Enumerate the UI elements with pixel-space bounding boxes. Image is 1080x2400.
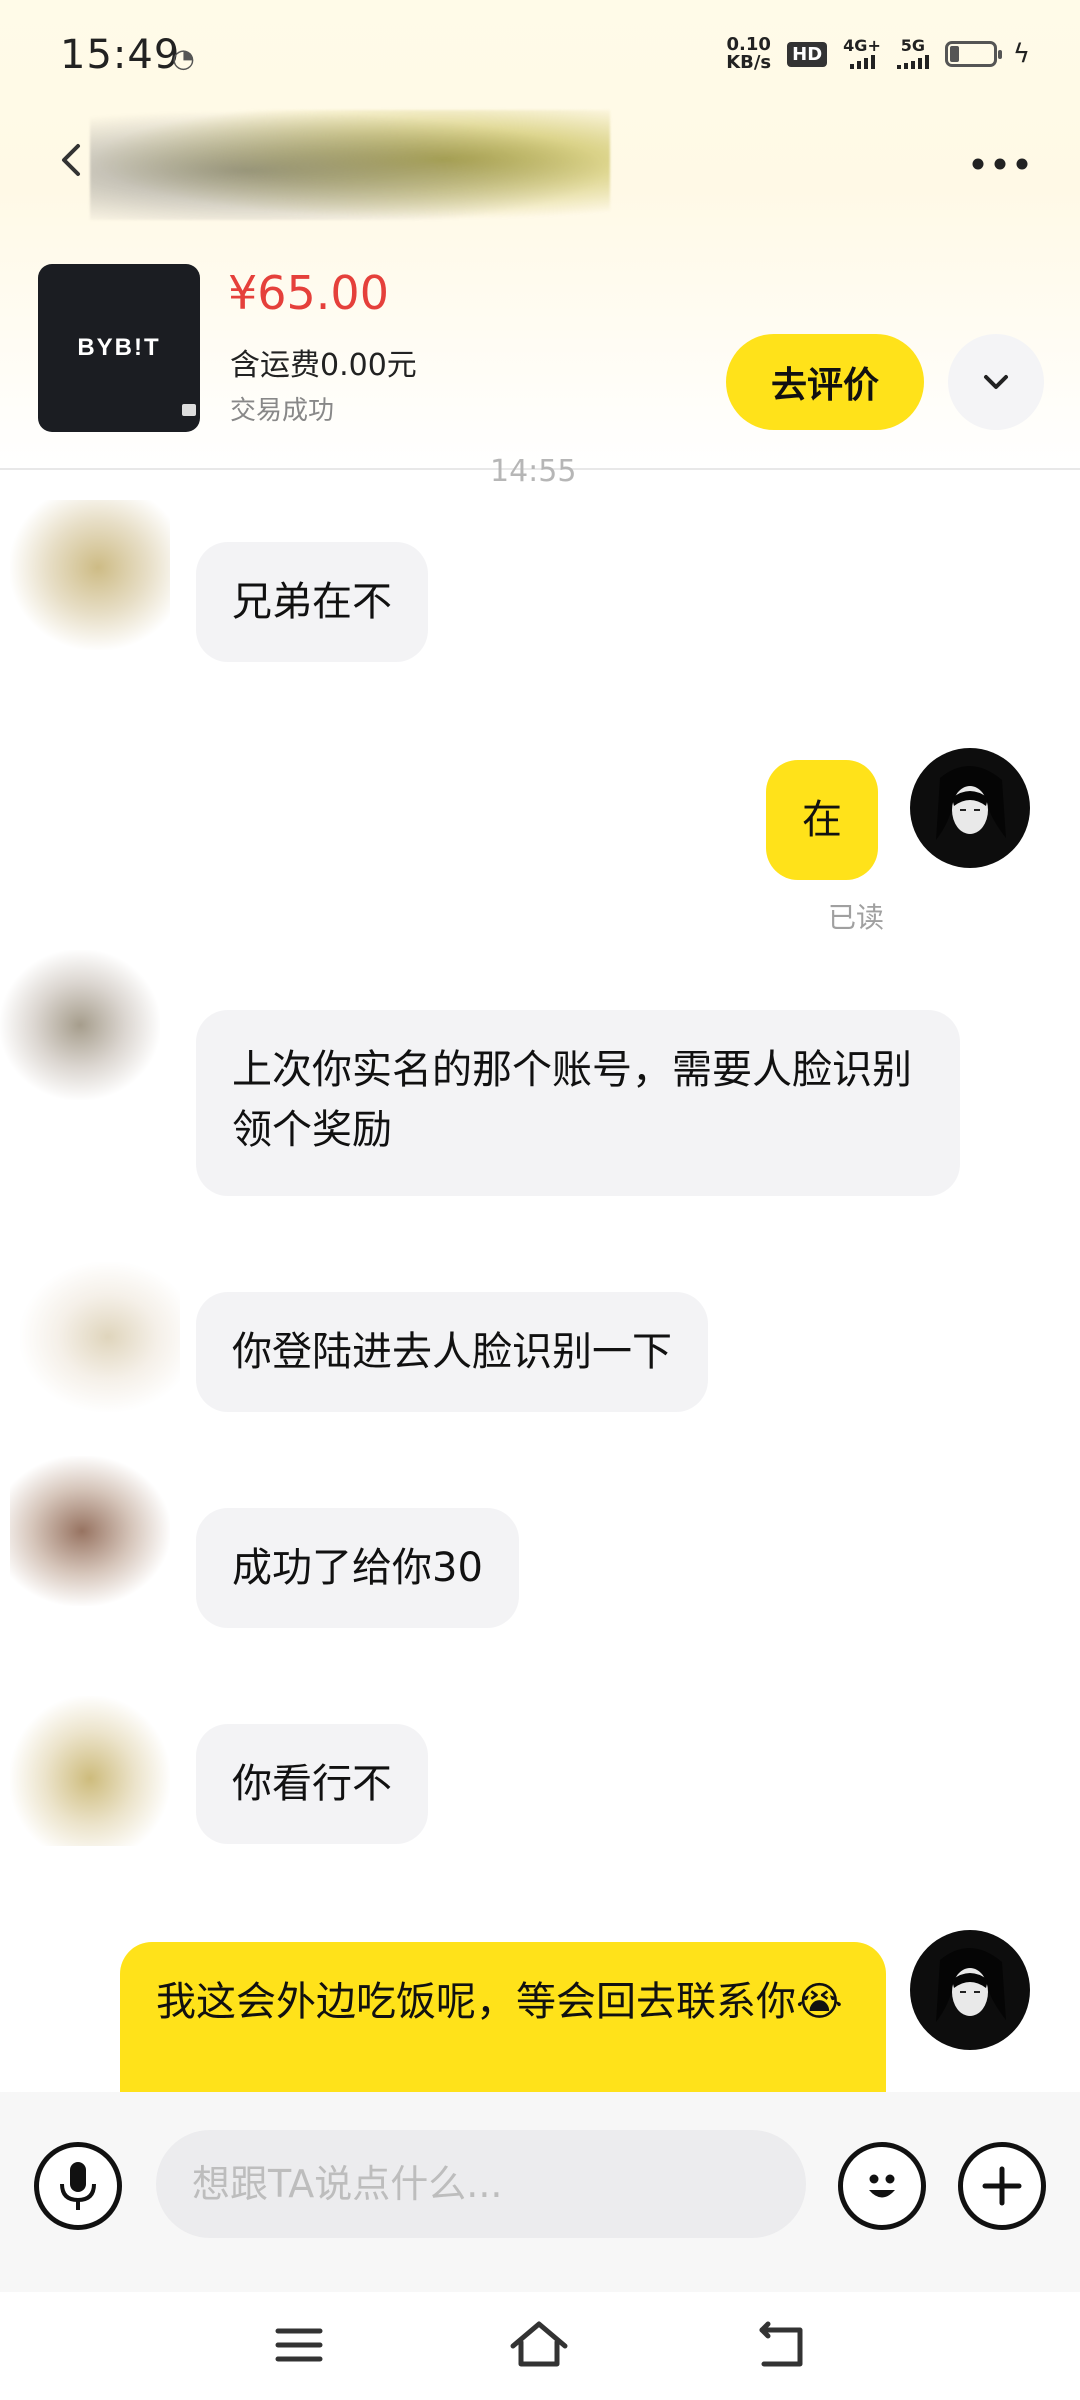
chat-header <box>0 110 1080 220</box>
status-time: 15:49 <box>60 32 181 78</box>
my-avatar[interactable] <box>910 1930 1030 2050</box>
home-button[interactable] <box>504 2310 574 2380</box>
plus-button[interactable] <box>958 2142 1046 2230</box>
microphone-icon <box>60 2162 96 2210</box>
charging-icon: ϟ <box>1012 39 1030 69</box>
emoji-button[interactable] <box>838 2142 926 2230</box>
signal-icon-sim2: 5G <box>896 36 929 69</box>
contact-avatar[interactable] <box>10 1456 170 1606</box>
message-bubble-incoming[interactable]: 成功了给你30 <box>196 1508 519 1628</box>
trade-status: 交易成功 <box>230 396 335 426</box>
expand-button[interactable] <box>948 334 1044 430</box>
message-bubble-incoming[interactable]: 你看行不 <box>196 1724 428 1844</box>
battery-icon <box>944 41 1002 67</box>
status-bar: 15:49 ◔ 0.10 KB/s HD 4G+ 5G ϟ <box>0 0 1080 110</box>
home-icon <box>510 2321 568 2367</box>
emoji-icon <box>869 2174 895 2198</box>
product-card[interactable]: BYB!T ¥65.00 含运费0.00元 交易成功 去评价 <box>0 240 1080 470</box>
product-brand-logo: BYB!T <box>77 334 161 361</box>
back-button[interactable] <box>746 2310 816 2380</box>
review-button[interactable]: 去评价 <box>726 334 924 430</box>
contact-avatar[interactable] <box>20 1262 180 1412</box>
menu-icon <box>275 2328 323 2362</box>
status-indicators: 0.10 KB/s HD 4G+ 5G ϟ <box>726 36 1030 72</box>
signal-icon-sim1: 4G+ <box>843 36 881 69</box>
message-bubble-incoming[interactable]: 兄弟在不 <box>196 542 428 662</box>
more-dots-icon[interactable] <box>970 144 1030 184</box>
net-speed: 0.10 KB/s <box>726 36 771 72</box>
back-arrow-icon[interactable] <box>52 140 92 180</box>
plus-icon <box>982 2166 1022 2206</box>
contact-avatar[interactable] <box>10 500 170 650</box>
message-input[interactable] <box>156 2130 806 2238</box>
avatar-portrait-icon <box>936 765 1006 840</box>
contact-avatar[interactable] <box>10 1696 170 1846</box>
avatar-portrait-icon <box>936 1947 1006 2022</box>
product-price: ¥65.00 <box>228 266 389 320</box>
message-bubble-incoming[interactable]: 上次你实名的那个账号，需要人脸识别领个奖励 <box>196 1010 960 1196</box>
message-bubble-outgoing[interactable]: 在 <box>766 760 878 880</box>
message-bubble-incoming[interactable]: 你登陆进去人脸识别一下 <box>196 1292 708 1412</box>
shipping-fee: 含运费0.00元 <box>230 348 417 383</box>
my-avatar[interactable] <box>910 748 1030 868</box>
voice-button[interactable] <box>34 2142 122 2230</box>
menu-button[interactable] <box>264 2310 334 2380</box>
sim2-label: 5G <box>900 36 925 55</box>
hd-icon: HD <box>787 41 828 67</box>
thumbnail-tag <box>182 404 196 416</box>
chat-timestamp: 14:55 <box>490 454 577 489</box>
redacted-contact-name <box>90 110 610 220</box>
sim1-label: 4G+ <box>843 36 881 55</box>
notification-icon: ◔ <box>172 44 195 74</box>
net-speed-unit: KB/s <box>726 52 772 73</box>
contact-avatar[interactable] <box>0 950 160 1100</box>
back-icon <box>759 2321 803 2367</box>
chevron-down-icon <box>984 375 1008 389</box>
product-thumbnail[interactable]: BYB!T <box>38 264 200 432</box>
read-receipt: 已读 <box>828 901 885 934</box>
